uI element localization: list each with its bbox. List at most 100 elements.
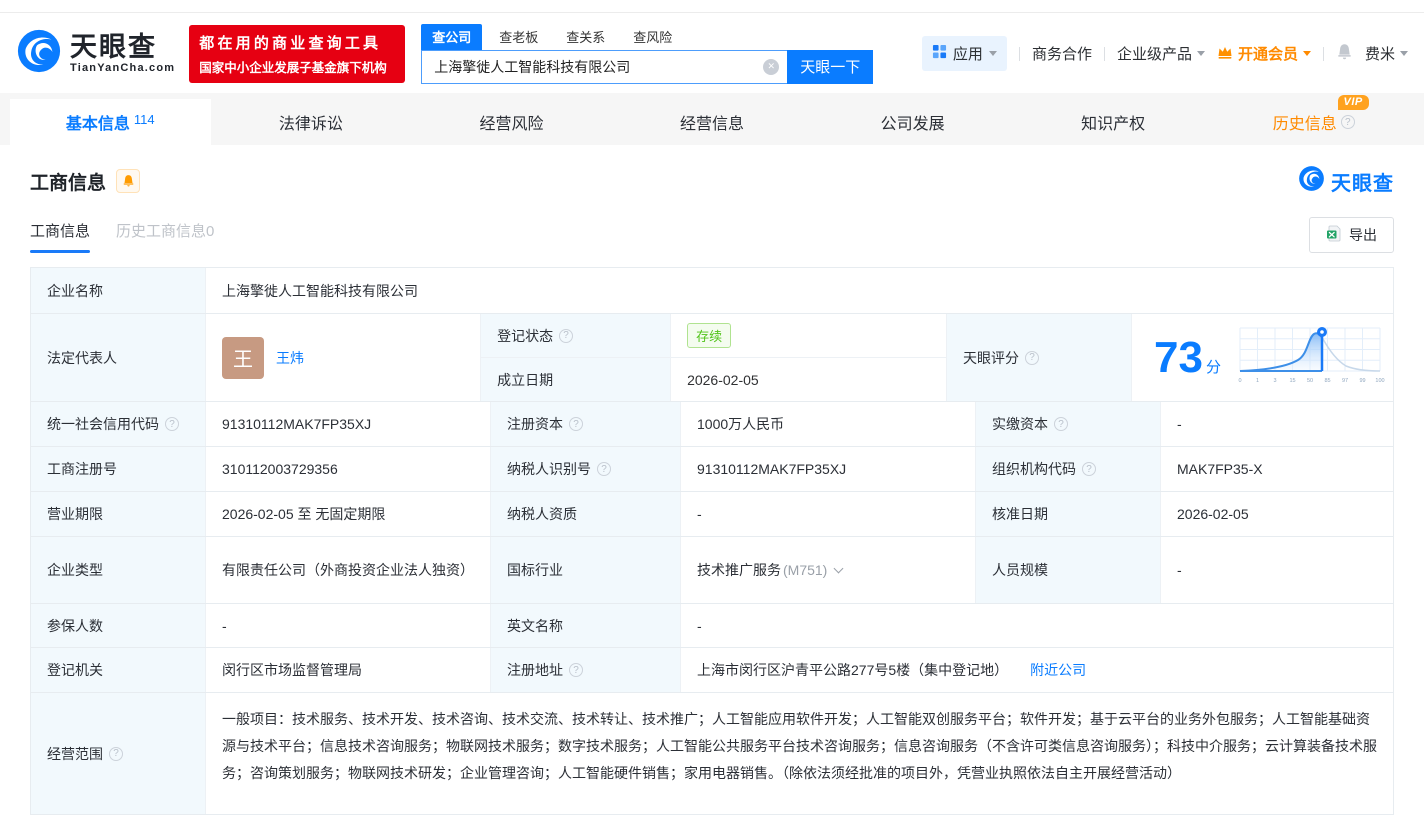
tab-label: 经营风险 <box>479 116 544 133</box>
field-label: 登记机关 <box>31 648 206 692</box>
search-input[interactable] <box>434 58 764 75</box>
help-icon[interactable]: ? <box>1025 350 1040 365</box>
search-button[interactable]: 天眼一下 <box>787 49 874 84</box>
tab-company-development[interactable]: 公司发展 <box>812 99 1013 145</box>
field-label: 组织机构代码 ? <box>976 447 1161 491</box>
tab-operation-info[interactable]: 经营信息 <box>612 99 813 145</box>
clear-search-icon[interactable]: ✕ <box>763 58 780 75</box>
org-code-value: MAK7FP35-X <box>1177 461 1263 477</box>
help-icon[interactable]: ? <box>559 328 574 343</box>
address-text: 上海市闵行区沪青平公路277号5楼（集中登记地） <box>697 662 1009 678</box>
vip-badge: VIP <box>1337 95 1369 110</box>
score-chart: 0 1 3 15 50 85 97 99 100 <box>1235 324 1385 391</box>
banner-line2: 国家中小企业发展子基金旗下机构 <box>199 60 387 75</box>
field-label: 实缴资本 ? <box>976 402 1161 446</box>
tab-basic-info[interactable]: 基本信息 114 <box>10 99 211 145</box>
table-row: 企业名称 上海擎徙人工智能科技有限公司 <box>31 268 1393 314</box>
username: 费米 <box>1364 46 1395 63</box>
field-label: 成立日期 <box>481 358 672 401</box>
field-label: 营业期限 <box>31 492 206 536</box>
watermark-logo: 天眼查 <box>1298 165 1394 197</box>
nav-enterprise-products[interactable]: 企业级产品 <box>1117 43 1205 64</box>
table-row: 法定代表人 王 王炜 登记状态 ? 存续 成立日期 2026-02-05 天眼评… <box>31 314 1393 402</box>
chevron-down-icon[interactable] <box>833 563 844 574</box>
section-title: 工商信息 <box>30 172 107 194</box>
logo-subtitle: TianYanCha.com <box>70 61 176 74</box>
help-icon[interactable]: ? <box>1082 462 1096 476</box>
search-tab-relation[interactable]: 查关系 <box>555 24 616 50</box>
help-icon[interactable]: ? <box>569 417 583 431</box>
paid-capital-label: 实缴资本 <box>992 416 1048 432</box>
vip-label: 开通会员 <box>1237 46 1298 63</box>
tab-history-info[interactable]: 历史信息 VIP ? <box>1213 95 1414 145</box>
tab-label: 公司发展 <box>880 116 945 133</box>
business-info-table: 企业名称 上海擎徙人工智能科技有限公司 法定代表人 王 王炜 登记状态 ? 存续 <box>30 267 1394 815</box>
search-tab-company[interactable]: 查公司 <box>421 23 483 50</box>
table-row: 企业类型 有限责任公司（外商投资企业法人独资） 国标行业 技术推广服务 (M75… <box>31 537 1393 604</box>
tab-label: 基本信息 <box>65 116 130 133</box>
reg-authority-value: 闵行区市场监督管理局 <box>206 648 491 692</box>
subtab-business-info[interactable]: 工商信息 <box>30 220 91 253</box>
monitor-bell-button[interactable] <box>116 169 141 193</box>
subtab-history-business-info[interactable]: 历史工商信息0 <box>116 220 214 253</box>
svg-text:85: 85 <box>1324 378 1330 384</box>
watermark-logo-icon <box>1298 165 1325 197</box>
reg-number-value: 310112003729356 <box>206 447 491 491</box>
field-label: 天眼评分 ? <box>947 314 1133 401</box>
help-icon[interactable]: ? <box>109 746 123 761</box>
field-label: 注册资本 ? <box>491 402 681 446</box>
svg-text:100: 100 <box>1375 378 1384 384</box>
search-tab-risk[interactable]: 查风险 <box>622 24 683 50</box>
svg-text:0: 0 <box>1238 378 1241 384</box>
field-label: 纳税人识别号 ? <box>491 447 681 491</box>
help-icon[interactable]: ? <box>165 417 179 431</box>
tianyancha-logo[interactable]: 天眼查 TianYanCha.com <box>16 28 175 79</box>
nav-open-vip[interactable]: 开通会员 <box>1217 43 1311 64</box>
nav-user-menu[interactable]: 费米 <box>1365 43 1408 64</box>
reg-address-value: 上海市闵行区沪青平公路277号5楼（集中登记地） 附近公司 <box>681 648 1393 692</box>
legal-rep-link[interactable]: 王炜 <box>276 348 304 368</box>
help-icon[interactable]: ? <box>597 462 611 476</box>
nav-business-cooperation[interactable]: 商务合作 <box>1032 43 1092 64</box>
svg-text:50: 50 <box>1307 378 1313 384</box>
company-tab-bar: 基本信息 114 法律诉讼 经营风险 经营信息 公司发展 知识产权 历史信息 V… <box>0 93 1424 145</box>
field-label: 统一社会信用代码 ? <box>31 402 206 446</box>
field-label: 法定代表人 <box>31 314 206 401</box>
tianyan-score[interactable]: 73 分 0 1 3 15 50 85 97 99 100 <box>1132 314 1393 401</box>
org-code-label: 组织机构代码 <box>992 461 1076 477</box>
tab-operation-risk[interactable]: 经营风险 <box>411 99 612 145</box>
score-value: 73 <box>1154 332 1203 382</box>
tab-intellectual-property[interactable]: 知识产权 <box>1013 99 1214 145</box>
search-tabs: 查公司 查老板 查关系 查风险 <box>421 23 873 50</box>
nearby-companies-link[interactable]: 附近公司 <box>1030 660 1086 680</box>
help-icon[interactable]: ? <box>569 663 583 677</box>
excel-icon <box>1326 225 1342 245</box>
legal-rep-value: 王 王炜 <box>206 314 482 401</box>
avatar[interactable]: 王 <box>222 336 264 379</box>
crown-icon <box>1217 45 1233 63</box>
promo-banner: 都在用的商业查询工具 国家中小企业发展子基金旗下机构 <box>189 24 406 83</box>
field-label: 英文名称 <box>491 604 681 647</box>
apps-menu[interactable]: 应用 <box>921 36 1007 71</box>
field-label: 工商注册号 <box>31 447 206 491</box>
reg-address-label: 注册地址 <box>507 662 563 678</box>
insured-count-value: - <box>206 604 491 647</box>
export-button[interactable]: 导出 <box>1309 217 1394 253</box>
svg-text:1: 1 <box>1256 378 1259 384</box>
help-icon[interactable]: ? <box>1054 417 1068 431</box>
score-unit: 分 <box>1205 359 1221 376</box>
svg-text:15: 15 <box>1289 378 1295 384</box>
table-row: 工商注册号 310112003729356 纳税人识别号 ? 91310112M… <box>31 447 1393 492</box>
industry-name: 技术推广服务 <box>697 562 781 578</box>
search-tab-boss[interactable]: 查老板 <box>488 24 549 50</box>
svg-text:97: 97 <box>1342 378 1348 384</box>
enterprise-label: 企业级产品 <box>1116 46 1192 63</box>
tab-legal-litigation[interactable]: 法律诉讼 <box>211 99 412 145</box>
chevron-down-icon <box>1400 51 1408 60</box>
notification-bell-icon[interactable] <box>1336 43 1353 65</box>
help-icon[interactable]: ? <box>1340 115 1355 129</box>
reg-status-label: 登记状态 <box>497 327 554 344</box>
field-label: 经营范围 ? <box>31 693 206 814</box>
tab-count: 114 <box>133 111 155 127</box>
industry-value[interactable]: 技术推广服务 (M751) <box>681 537 976 603</box>
